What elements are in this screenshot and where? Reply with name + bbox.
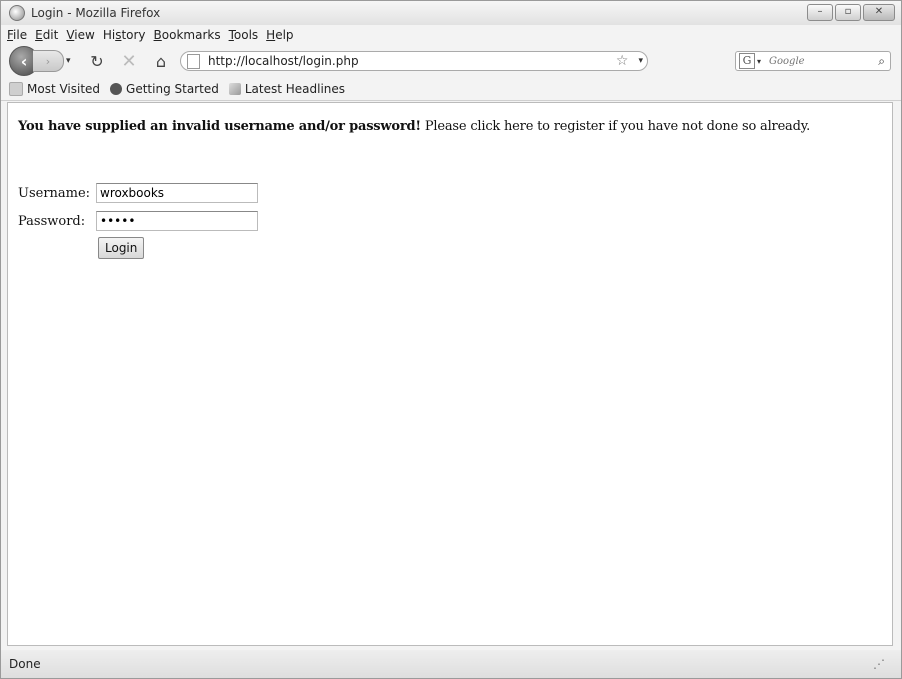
firefox-icon	[9, 5, 25, 21]
search-bar[interactable]: G ▾ ⌕	[735, 51, 891, 71]
bookmark-getting-started[interactable]: Getting Started	[110, 82, 219, 96]
browser-window: Login - Mozilla Firefox – ▫ ✕ File Edit …	[0, 0, 902, 679]
title-bar[interactable]: Login - Mozilla Firefox – ▫ ✕	[1, 1, 901, 25]
bookmark-label: Latest Headlines	[244, 82, 346, 96]
navigation-toolbar: ‹ › ▾ ↻ ✕ ⌂ http://localhost/login.php ☆…	[1, 44, 901, 78]
login-button[interactable]: Login	[98, 237, 145, 259]
menu-help[interactable]: Help	[266, 28, 293, 42]
menu-tools[interactable]: Tools	[229, 28, 259, 42]
password-label: Password:	[18, 213, 86, 229]
username-label: Username:	[18, 185, 91, 201]
url-text[interactable]: http://localhost/login.php	[208, 54, 616, 68]
url-dropdown-icon[interactable]: ▾	[638, 56, 643, 66]
history-dropdown-icon[interactable]: ▾	[66, 56, 78, 66]
menu-view[interactable]: View	[66, 28, 94, 42]
minimize-button[interactable]: –	[807, 4, 833, 21]
username-row: Username:	[18, 183, 258, 203]
url-bar[interactable]: http://localhost/login.php ☆ ▾	[180, 51, 648, 71]
bookmark-latest-headlines[interactable]: Latest Headlines	[228, 82, 346, 96]
bookmarks-toolbar: Most Visited Getting Started Latest Head…	[1, 78, 901, 101]
google-icon[interactable]: G	[739, 53, 755, 69]
window-title: Login - Mozilla Firefox	[31, 6, 161, 20]
reload-icon[interactable]: ↻	[84, 52, 110, 71]
password-row: Password:	[18, 211, 258, 231]
most-visited-icon	[9, 82, 23, 96]
bookmark-label: Most Visited	[27, 82, 101, 96]
message-text: to register if you have not done so alre…	[533, 119, 811, 134]
error-message: You have supplied an invalid username an…	[18, 119, 810, 134]
home-icon[interactable]: ⌂	[148, 52, 174, 71]
menu-bar: File Edit View History Bookmarks Tools H…	[1, 25, 901, 44]
stop-icon[interactable]: ✕	[116, 51, 142, 72]
status-text: Done	[9, 657, 41, 671]
window-controls: – ▫ ✕	[807, 4, 895, 21]
search-icon[interactable]: ⌕	[878, 54, 885, 69]
error-text: You have supplied an invalid username an…	[18, 119, 421, 134]
username-field[interactable]	[96, 183, 258, 203]
rss-feed-icon	[228, 83, 241, 95]
register-link[interactable]: click here	[470, 119, 533, 134]
menu-edit[interactable]: Edit	[35, 28, 58, 42]
menu-file[interactable]: File	[7, 28, 27, 42]
bookmark-label: Getting Started	[126, 82, 219, 96]
search-input[interactable]	[767, 54, 862, 68]
message-text: Please	[420, 119, 471, 134]
menu-history[interactable]: History	[103, 28, 146, 42]
resize-grip-icon[interactable]: ⋰	[873, 657, 885, 671]
search-engine-dropdown-icon[interactable]: ▾	[757, 57, 761, 66]
maximize-button[interactable]: ▫	[835, 4, 861, 21]
close-button[interactable]: ✕	[863, 4, 895, 21]
bookmark-most-visited[interactable]: Most Visited	[9, 82, 100, 96]
menu-bookmarks[interactable]: Bookmarks	[154, 28, 221, 42]
firefox-icon	[110, 83, 123, 95]
password-field[interactable]	[96, 211, 258, 231]
page-icon	[187, 53, 200, 69]
forward-button[interactable]: ›	[33, 50, 64, 72]
page-content: You have supplied an invalid username an…	[7, 102, 893, 646]
star-icon[interactable]: ☆	[616, 53, 629, 69]
status-bar: Done ⋰	[1, 650, 901, 678]
